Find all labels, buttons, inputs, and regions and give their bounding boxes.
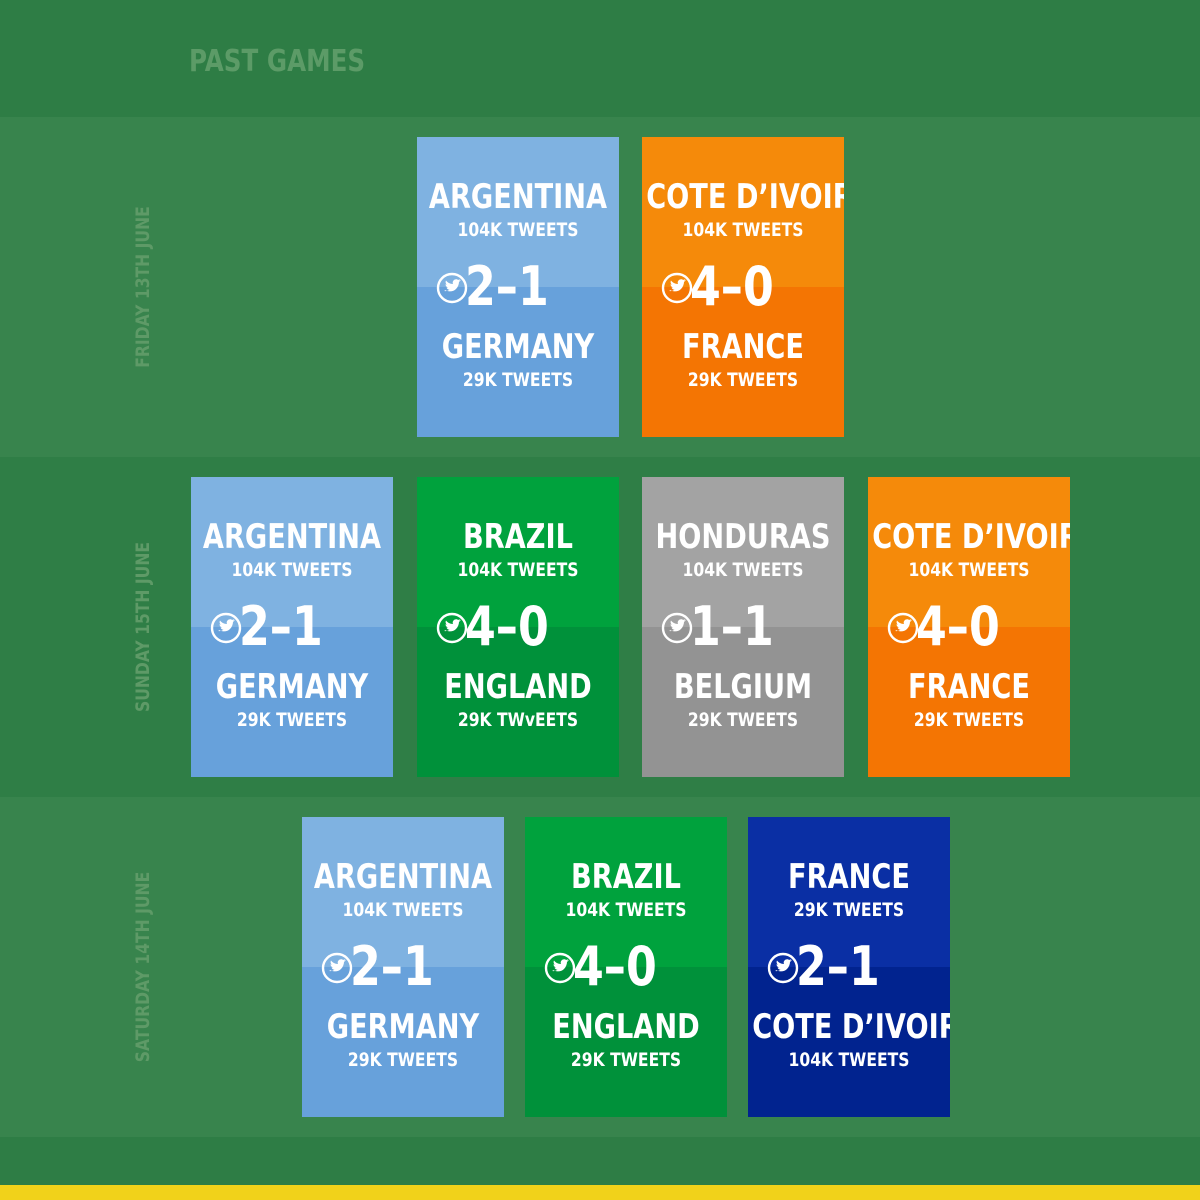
team-away: FRANCE	[682, 327, 804, 367]
tweet-count-home: 104K TWEETS	[457, 559, 579, 581]
twitter-bird-icon	[436, 272, 468, 304]
match-card[interactable]: ARGENTINA 104K TWEETS 2–1 GERMANY 29K TW…	[417, 137, 619, 437]
tweet-count-away: 29K TWEETS	[687, 369, 799, 391]
match-card[interactable]: ARGENTINA 104K TWEETS 2–1 GERMANY 29K TW…	[191, 477, 393, 777]
match-score: 4–0	[465, 595, 549, 658]
team-home: COTE D’IVOIRE	[872, 517, 1070, 557]
twitter-bird-icon	[210, 612, 242, 644]
match-score: 2–1	[239, 595, 323, 658]
twitter-bird-icon	[661, 272, 693, 304]
team-home: COTE D’IVOIRE	[646, 177, 844, 217]
tweet-count-away: 29K TWEETS	[347, 1049, 459, 1071]
tweet-count-home: 104K TWEETS	[682, 219, 804, 241]
team-home: FRANCE	[788, 857, 910, 897]
twitter-bird-icon	[544, 952, 576, 984]
match-card[interactable]: BRAZIL 104K TWEETS 4–0 ENGLAND 29K TWvEE…	[417, 477, 619, 777]
match-score: 4–0	[573, 935, 657, 998]
team-away: ENGLAND	[444, 667, 592, 707]
tweet-count-home: 104K TWEETS	[908, 559, 1030, 581]
footer-band	[0, 1137, 1200, 1185]
match-score: 1–1	[690, 595, 774, 658]
team-away: COTE D’IVOIRE	[752, 1007, 950, 1047]
twitter-bird-icon	[887, 612, 919, 644]
match-card[interactable]: ARGENTINA 104K TWEETS 2–1 GERMANY 29K TW…	[302, 817, 504, 1117]
tweet-count-away: 29K TWEETS	[570, 1049, 682, 1071]
tweet-count-away: 29K TWEETS	[236, 709, 348, 731]
tweet-count-home: 104K TWEETS	[565, 899, 687, 921]
accent-bar	[0, 1185, 1200, 1200]
tweet-count-home: 104K TWEETS	[342, 899, 464, 921]
match-score: 2–1	[465, 255, 549, 318]
match-score: 2–1	[796, 935, 880, 998]
tweet-count-home: 29K TWEETS	[793, 899, 905, 921]
header-bar	[0, 0, 1200, 117]
team-home: ARGENTINA	[428, 177, 608, 217]
team-home: ARGENTINA	[313, 857, 493, 897]
match-score: 2–1	[350, 935, 434, 998]
team-away: FRANCE	[908, 667, 1030, 707]
twitter-bird-icon	[767, 952, 799, 984]
tweet-count-away: 29K TWEETS	[687, 709, 799, 731]
tweet-count-home: 104K TWEETS	[231, 559, 353, 581]
team-away: GERMANY	[326, 1007, 480, 1047]
match-card[interactable]: HONDURAS 104K TWEETS 1–1 BELGIUM 29K TWE…	[642, 477, 844, 777]
team-home: ARGENTINA	[202, 517, 382, 557]
twitter-bird-icon	[661, 612, 693, 644]
match-card[interactable]: COTE D’IVOIRE 104K TWEETS 4–0 FRANCE 29K…	[642, 137, 844, 437]
match-score: 4–0	[690, 255, 774, 318]
twitter-bird-icon	[436, 612, 468, 644]
tweet-count-away: 29K TWEETS	[462, 369, 574, 391]
tweet-count-away: 29K TWEETS	[913, 709, 1025, 731]
tweet-count-away: 104K TWEETS	[788, 1049, 910, 1071]
team-away: GERMANY	[441, 327, 595, 367]
team-home: BRAZIL	[463, 517, 573, 557]
team-away: GERMANY	[215, 667, 369, 707]
twitter-bird-icon	[321, 952, 353, 984]
tweet-count-away: 29K TWvEETS	[457, 709, 579, 731]
team-home: BRAZIL	[571, 857, 681, 897]
tweet-count-home: 104K TWEETS	[457, 219, 579, 241]
page-title: PAST GAMES	[189, 44, 366, 79]
match-card[interactable]: BRAZIL 104K TWEETS 4–0 ENGLAND 29K TWEET…	[525, 817, 727, 1117]
team-home: HONDURAS	[655, 517, 831, 557]
team-away: BELGIUM	[673, 667, 813, 707]
tweet-count-home: 104K TWEETS	[682, 559, 804, 581]
match-card[interactable]: FRANCE 29K TWEETS 2–1 COTE D’IVOIRE 104K…	[748, 817, 950, 1117]
match-card[interactable]: COTE D’IVOIRE 104K TWEETS 4–0 FRANCE 29K…	[868, 477, 1070, 777]
team-away: ENGLAND	[552, 1007, 700, 1047]
match-score: 4–0	[916, 595, 1000, 658]
